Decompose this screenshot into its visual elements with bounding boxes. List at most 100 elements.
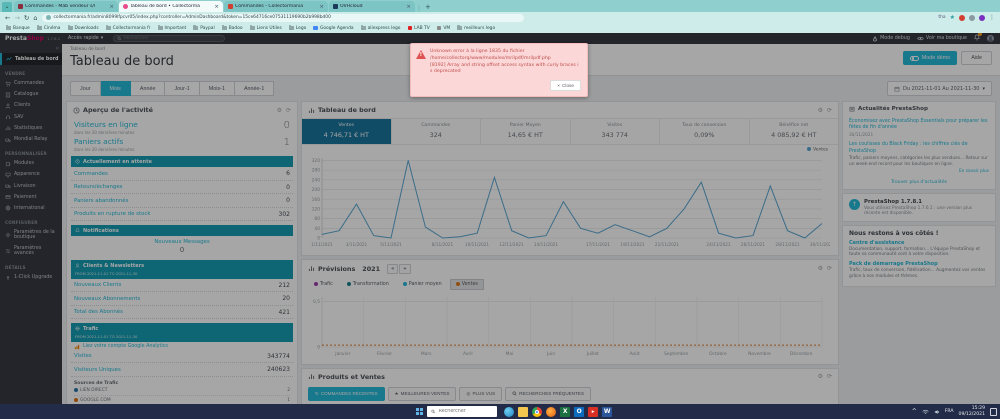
taskbar-clock[interactable]: 15:29 09/12/2021 <box>959 406 985 417</box>
panel-refresh-icon[interactable]: ⟳ <box>827 107 832 114</box>
nouveaux-clients-link[interactable]: Nouveaux Clients <box>74 282 121 288</box>
speaker-icon[interactable] <box>934 409 940 415</box>
action-center-icon[interactable] <box>990 407 997 416</box>
bookmark-star-icon[interactable]: ★ <box>950 14 955 21</box>
bookmark-item[interactable]: Badoo <box>221 25 243 31</box>
sidebar-item-apparence[interactable]: Apparence <box>0 169 62 180</box>
help-button[interactable]: Aide <box>961 51 992 65</box>
pending-rupture-link[interactable]: Produits en rupture de stock <box>74 211 150 217</box>
range-annee-1-button[interactable]: Année-1 <box>234 81 275 96</box>
kpi-taux-conversion[interactable]: Taux de conversion 0,09% <box>659 119 749 144</box>
bookmark-item[interactable]: LAB TV <box>407 26 430 31</box>
sidebar-item-commandes[interactable]: Commandes <box>0 78 62 89</box>
sidebar-item-parametres-avances[interactable]: Paramètres avancés <box>0 244 62 259</box>
bookmark-item[interactable]: meilleurs lego <box>457 25 495 31</box>
starter-pack-link[interactable]: Pack de démarrage PrestaShop <box>849 261 989 267</box>
admin-search[interactable] <box>113 34 226 43</box>
pending-commandes-link[interactable]: Commandes <box>74 171 108 177</box>
bookmark-item[interactable]: Liens Utiles <box>249 25 282 31</box>
bookmark-item[interactable]: Google Agenda <box>313 26 354 31</box>
pending-retours-link[interactable]: Retours/échanges <box>74 184 122 190</box>
panel-refresh-icon[interactable]: ⟳ <box>827 265 832 272</box>
forecast-tab-panier-moyen[interactable]: Panier moyen <box>397 279 448 290</box>
active-carts-link[interactable]: Paniers actifs <box>74 137 134 146</box>
panel-settings-icon[interactable]: ⚙ <box>818 107 823 114</box>
firefox-icon[interactable] <box>546 406 557 417</box>
forecast-tab-ventes[interactable]: Ventes <box>449 278 484 290</box>
more-news-link[interactable]: Trouver plus d'actualités <box>843 176 995 189</box>
quick-access-menu[interactable]: Accès rapide ▾ <box>68 36 103 41</box>
browser-tab-active[interactable]: Tableau de bord • Collectorma × <box>119 1 223 12</box>
wifi-icon[interactable] <box>922 409 929 415</box>
visites-link[interactable]: Visites <box>74 353 92 359</box>
toast-close-button[interactable]: × Close <box>550 80 581 92</box>
sidebar-item-sav[interactable]: SAV <box>0 112 62 123</box>
panel-refresh-icon[interactable]: ⟳ <box>827 373 832 380</box>
start-button[interactable] <box>416 407 424 416</box>
bookmark-item[interactable]: Cinéma <box>36 25 61 31</box>
kpi-commandes[interactable]: Commandes 324 <box>390 119 481 144</box>
browser-menu-icon[interactable]: ⋮ <box>989 14 995 21</box>
browser-tab[interactable]: Commandes - Collectormania × <box>224 1 328 12</box>
read-more-link[interactable]: En savoir plus <box>849 169 989 174</box>
taskbar-search-input[interactable] <box>438 409 494 414</box>
new-messages-link[interactable]: Nouveaux Messages <box>154 239 209 245</box>
tab-plus-vus[interactable]: ◎ PLUS VUS <box>459 386 503 401</box>
taskbar-search[interactable] <box>427 406 498 417</box>
kpi-benefice-net[interactable]: Bénéfice net 4 085,92 € HT <box>748 119 839 144</box>
sidebar-item-dashboard[interactable]: Tableau de bord <box>0 53 62 65</box>
bookmark-item[interactable]: Collectormania fr <box>105 25 151 31</box>
back-icon[interactable]: ← <box>5 14 10 22</box>
assistance-center-link[interactable]: Centre d'assistance <box>849 240 989 246</box>
sidebar-item-statistiques[interactable]: Statistiques <box>0 123 62 134</box>
reload-icon[interactable]: ↻ <box>24 14 29 22</box>
panel-settings-icon[interactable]: ⚙ <box>277 107 282 114</box>
prestashop-logo[interactable]: PrestaShop 1.7.6.1 <box>0 35 62 42</box>
view-shop-button[interactable]: Voir ma boutique <box>917 36 967 41</box>
tab-recherches-frequentes[interactable]: RECHERCHES FRÉQUENTES <box>505 386 592 401</box>
range-mois-1-button[interactable]: Mois-1 <box>199 81 235 96</box>
panel-refresh-icon[interactable]: ⟳ <box>286 107 291 114</box>
visiteurs-uniques-link[interactable]: Visiteurs Uniques <box>74 367 121 373</box>
news-link[interactable]: Économisez avec PrestaShop Essentials po… <box>849 119 989 131</box>
sidebar-item-paiement[interactable]: Paiement <box>0 192 62 203</box>
tray-expand-icon[interactable]: ^ <box>912 408 917 415</box>
sidebar-item-clients[interactable]: Clients <box>0 100 62 111</box>
forecast-tab-transformation[interactable]: Transformation <box>341 279 395 290</box>
extension-capture-icon[interactable] <box>969 14 975 21</box>
chrome-icon[interactable] <box>532 406 543 417</box>
home-icon[interactable]: ⌂ <box>33 14 37 22</box>
debug-mode-button[interactable]: Mode debug <box>872 35 910 42</box>
kpi-panier-moyen[interactable]: Panier Moyen 14,65 € HT <box>480 119 570 144</box>
sidebar-item-catalogue[interactable]: Catalogue <box>0 89 62 100</box>
language-indicator[interactable]: FRA <box>945 409 954 414</box>
date-range-picker[interactable]: Du 2021-11-01 Au 2021-11-30 ▾ <box>886 81 992 96</box>
sidebar-item-1-click-upgrade[interactable]: 1-Click Upgrade <box>0 272 62 283</box>
profile-avatar-icon[interactable] <box>979 14 985 21</box>
bookmark-item[interactable]: Important <box>157 25 186 31</box>
browser-tab[interactable]: Commandes - Mab vendeur s/l × <box>14 1 118 12</box>
news-link[interactable]: Les coulisses du Black Friday : les chif… <box>849 142 989 154</box>
bookmark-item[interactable]: VM <box>436 26 450 31</box>
range-jour-button[interactable]: Jour <box>70 81 101 96</box>
range-annee-button[interactable]: Année <box>130 81 166 96</box>
bookmark-item[interactable]: Lego <box>288 25 306 31</box>
bookmark-item[interactable]: Downloads <box>67 25 99 31</box>
file-explorer-icon[interactable] <box>518 406 529 417</box>
tab-meilleures-ventes[interactable]: ★ MEILLEURES VENTES <box>387 386 457 401</box>
outlook-icon[interactable]: O <box>574 406 585 417</box>
tab-close-icon[interactable]: × <box>406 4 411 10</box>
nouveaux-abonnements-link[interactable]: Nouveaux Abonnements <box>74 296 140 302</box>
panel-settings-icon[interactable]: ⚙ <box>818 265 823 272</box>
sidebar-item-livraison[interactable]: Livraison <box>0 181 62 192</box>
forecast-next-button[interactable]: » <box>399 263 411 274</box>
tab-search-button[interactable]: ⌄ <box>2 2 12 12</box>
youtube-icon[interactable]: ▸ <box>588 406 599 417</box>
link-google-analytics[interactable]: Liez votre compte Google Analytics <box>83 344 168 349</box>
bookmark-item[interactable]: Banque <box>6 25 30 31</box>
extension-adblock-icon[interactable] <box>959 14 965 21</box>
panel-settings-icon[interactable]: ⚙ <box>818 373 823 380</box>
browser-tab[interactable]: OVHcloud × <box>329 1 415 12</box>
forecast-prev-button[interactable]: « <box>387 263 399 274</box>
tab-close-icon[interactable]: × <box>214 4 219 10</box>
